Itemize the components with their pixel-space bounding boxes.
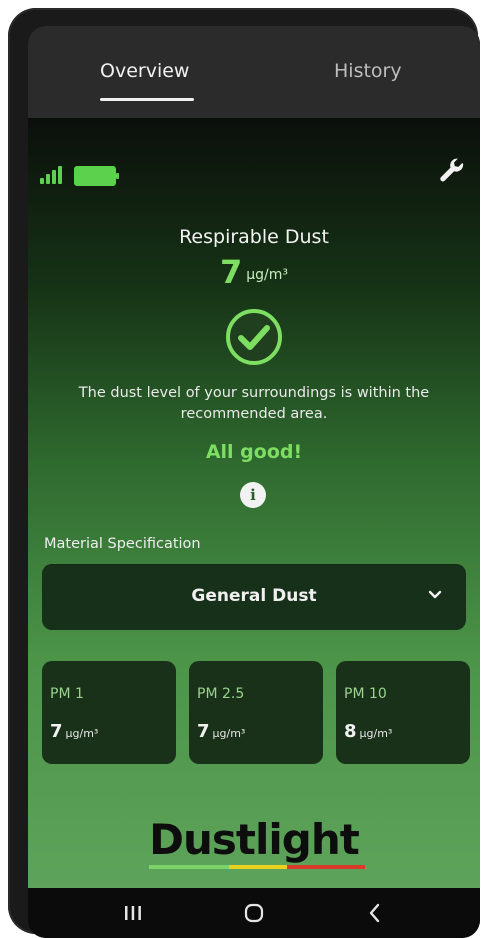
pm-value: 7 µg/m³ [197, 721, 246, 742]
pm-value: 8 µg/m³ [344, 721, 393, 742]
recent-apps-icon[interactable] [116, 898, 150, 928]
pm-cards: PM 1 7 µg/m³ PM 2.5 7 µg/m³ PM 10 8 µg/m³ [42, 661, 470, 764]
pm-card-1[interactable]: PM 1 7 µg/m³ [42, 661, 176, 764]
status-message: The dust level of your surroundings is w… [78, 385, 430, 423]
tab-overview[interactable]: Overview [100, 60, 189, 82]
device-status [40, 164, 130, 186]
pm-label: PM 1 [50, 686, 84, 702]
wrench-icon[interactable] [436, 156, 466, 186]
dust-unit: µg/m³ [246, 267, 289, 283]
brand-stripe [149, 865, 365, 869]
material-dropdown[interactable]: General Dust [42, 564, 466, 630]
reading-title: Respirable Dust [179, 226, 329, 248]
check-circle-icon [226, 309, 282, 365]
phone-frame: Overview History Respirable Dust 7µg/m³ [8, 8, 480, 938]
pm-label: PM 2.5 [197, 686, 245, 702]
dustlight-logo: Dustlight [28, 815, 480, 869]
tab-history[interactable]: History [334, 60, 402, 82]
signal-bars-icon [40, 164, 68, 184]
info-icon[interactable]: i [240, 482, 266, 508]
pm-card-10[interactable]: PM 10 8 µg/m³ [336, 661, 470, 764]
overview-panel: Respirable Dust 7 µg/m³ The dust level of… [28, 118, 480, 888]
chevron-down-icon [428, 590, 442, 599]
active-tab-indicator [100, 98, 194, 101]
app-screen: Overview History Respirable Dust 7µg/m³ [28, 26, 480, 938]
material-spec-label: Material Specification [44, 536, 201, 552]
home-icon[interactable] [237, 898, 271, 928]
pm-label: PM 10 [344, 686, 387, 702]
back-icon[interactable] [358, 898, 392, 928]
material-selected: General Dust [191, 586, 317, 606]
pm-card-2-5[interactable]: PM 2.5 7 µg/m³ [189, 661, 323, 764]
system-nav-bar [28, 888, 480, 938]
pm-value: 7 µg/m³ [50, 721, 99, 742]
brand-name: Dustlight [149, 815, 360, 864]
dust-reading: 7 µg/m³ [28, 253, 480, 291]
status-text: All good! [205, 441, 303, 463]
battery-full-icon [74, 166, 119, 186]
tab-bar: Overview History [28, 26, 480, 118]
dust-value: 7 [219, 253, 243, 291]
